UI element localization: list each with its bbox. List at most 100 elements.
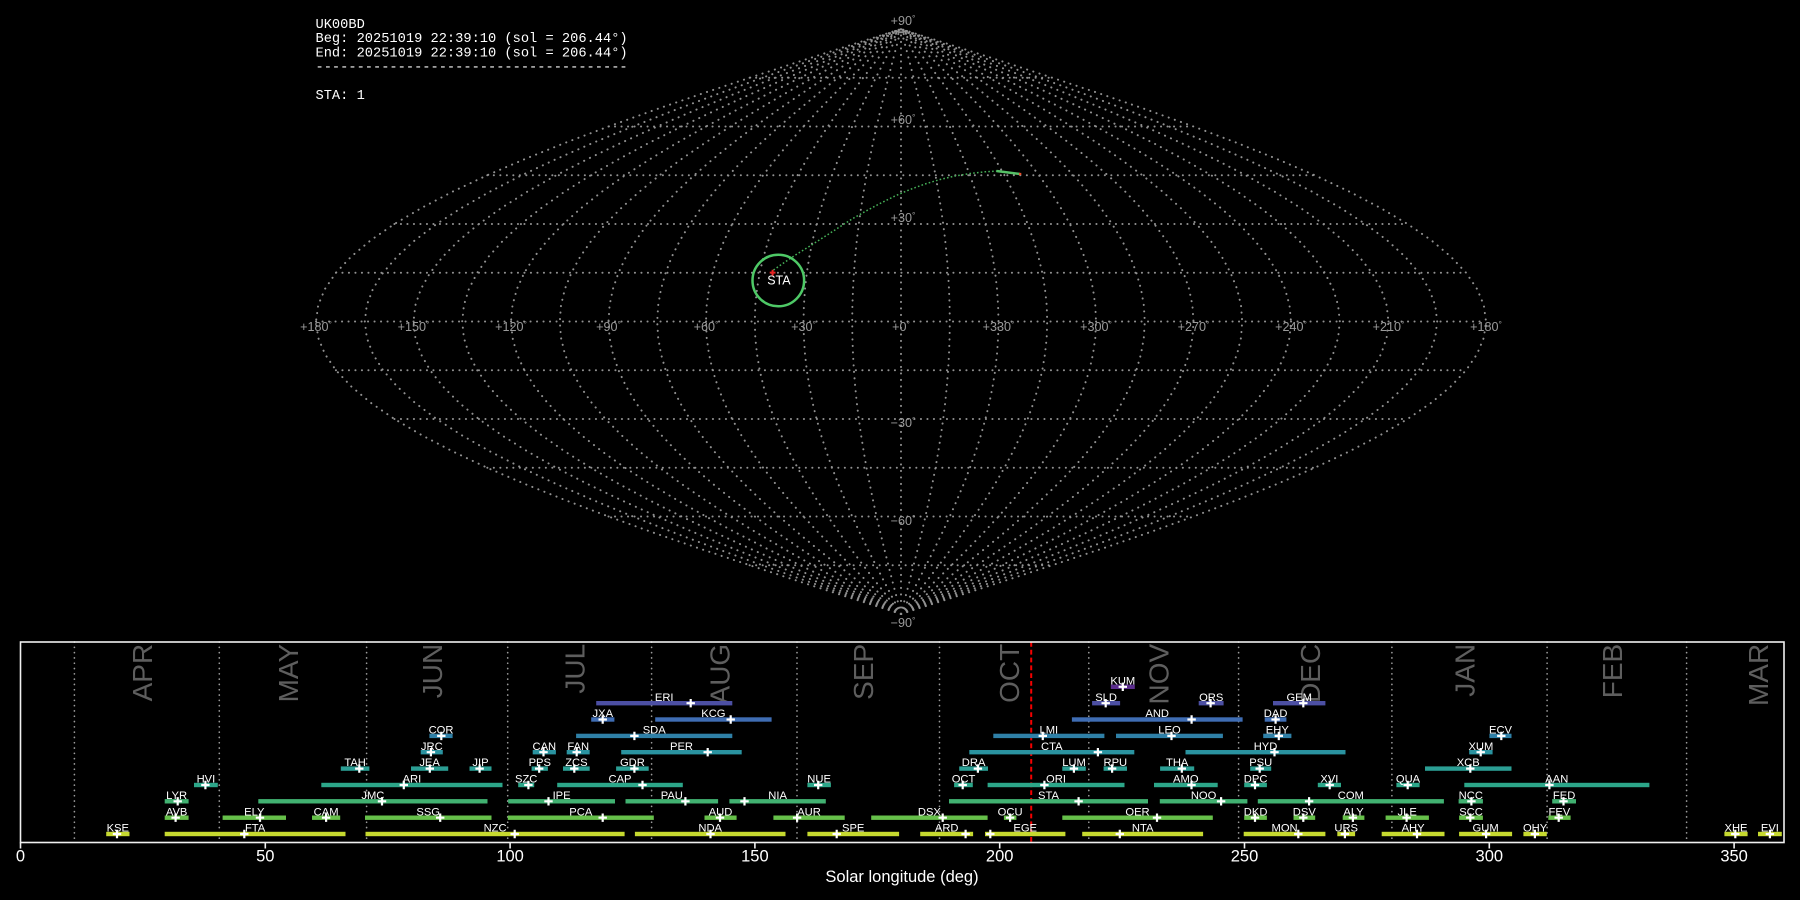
svg-text:PCA: PCA xyxy=(569,806,593,818)
svg-text:+90°: +90° xyxy=(891,13,916,28)
svg-text:ALY: ALY xyxy=(1343,806,1364,818)
svg-text:+60°: +60° xyxy=(891,112,916,127)
svg-text:ELY: ELY xyxy=(244,806,265,818)
svg-text:JLE: JLE xyxy=(1398,806,1417,818)
svg-text:100: 100 xyxy=(496,848,524,866)
svg-text:EGE: EGE xyxy=(1013,823,1037,835)
svg-text:GEM: GEM xyxy=(1286,692,1311,704)
svg-text:ORI: ORI xyxy=(1046,774,1066,786)
svg-text:CAM: CAM xyxy=(314,806,339,818)
svg-text:OCT: OCT xyxy=(994,644,1025,703)
svg-text:+300°: +300° xyxy=(1080,319,1112,334)
svg-text:OCT: OCT xyxy=(952,774,976,786)
svg-text:300: 300 xyxy=(1476,848,1504,866)
svg-text:FED: FED xyxy=(1553,790,1575,802)
svg-text:LEO: LEO xyxy=(1158,725,1181,737)
svg-text:LYR: LYR xyxy=(166,790,187,802)
svg-text:AVB: AVB xyxy=(166,806,188,818)
svg-text:NTA: NTA xyxy=(1132,823,1154,835)
svg-text:SSG: SSG xyxy=(416,806,440,818)
svg-text:SEP: SEP xyxy=(848,644,879,700)
svg-text:JAN: JAN xyxy=(1450,644,1481,697)
svg-text:−90°: −90° xyxy=(891,615,916,630)
svg-text:PPS: PPS xyxy=(529,757,551,769)
svg-text:XHE: XHE xyxy=(1724,823,1747,835)
svg-text:NUE: NUE xyxy=(807,774,831,786)
svg-text:ARD: ARD xyxy=(935,823,959,835)
svg-text:MAR: MAR xyxy=(1743,644,1774,706)
svg-text:350: 350 xyxy=(1720,848,1748,866)
svg-text:+330°: +330° xyxy=(983,319,1015,334)
svg-text:OHY: OHY xyxy=(1523,823,1548,835)
svg-text:LMI: LMI xyxy=(1039,725,1058,737)
svg-text:−60°: −60° xyxy=(891,513,916,528)
svg-text:STA: 1: STA: 1 xyxy=(316,89,365,104)
svg-text:NCC: NCC xyxy=(1459,790,1483,802)
svg-text:KUM: KUM xyxy=(1110,675,1135,687)
svg-text:−30°: −30° xyxy=(891,415,916,430)
svg-text:COM: COM xyxy=(1338,790,1364,802)
svg-text:JEA: JEA xyxy=(419,757,440,769)
svg-text:COR: COR xyxy=(429,725,454,737)
svg-text:CAP: CAP xyxy=(608,774,631,786)
svg-text:ORS: ORS xyxy=(1199,692,1223,704)
svg-text:AUG: AUG xyxy=(704,644,735,705)
svg-text:XUM: XUM xyxy=(1468,741,1493,753)
svg-text:DAD: DAD xyxy=(1264,708,1288,720)
svg-text:SPE: SPE xyxy=(842,823,864,835)
svg-text:NZC: NZC xyxy=(484,823,507,835)
svg-text:AUD: AUD xyxy=(709,806,733,818)
svg-text:MON: MON xyxy=(1272,823,1298,835)
svg-text:STA: STA xyxy=(767,274,791,288)
svg-text:JRC: JRC xyxy=(421,741,443,753)
svg-text:PER: PER xyxy=(670,741,693,753)
svg-text:PSU: PSU xyxy=(1249,757,1272,769)
svg-text:Beg: 20251019 22:39:10 (sol =: Beg: 20251019 22:39:10 (sol = 206.44°) xyxy=(316,32,628,47)
svg-text:EHY: EHY xyxy=(1266,725,1290,737)
svg-text:+270°: +270° xyxy=(1178,319,1210,334)
svg-text:AHY: AHY xyxy=(1402,823,1426,835)
svg-text:+30°: +30° xyxy=(891,210,916,225)
svg-text:NIA: NIA xyxy=(768,790,787,802)
svg-text:50: 50 xyxy=(256,848,274,866)
svg-text:SZC: SZC xyxy=(515,774,537,786)
svg-text:KSE: KSE xyxy=(107,823,129,835)
svg-text:SLD: SLD xyxy=(1095,692,1117,704)
svg-text:0: 0 xyxy=(16,848,25,866)
svg-text:SCC: SCC xyxy=(1459,806,1483,818)
svg-text:HYD: HYD xyxy=(1254,741,1278,753)
svg-text:DPC: DPC xyxy=(1244,774,1268,786)
svg-text:150: 150 xyxy=(741,848,769,866)
svg-text:EVI: EVI xyxy=(1761,823,1779,835)
svg-text:+240°: +240° xyxy=(1275,319,1307,334)
svg-text:URS: URS xyxy=(1334,823,1358,835)
svg-text:+30°: +30° xyxy=(791,319,816,334)
svg-text:HVI: HVI xyxy=(197,774,216,786)
svg-text:XCB: XCB xyxy=(1457,757,1480,769)
svg-text:DRA: DRA xyxy=(962,757,986,769)
svg-text:OER: OER xyxy=(1125,806,1149,818)
svg-text:IPE: IPE xyxy=(553,790,571,802)
svg-text:+60°: +60° xyxy=(694,319,719,334)
svg-text:AUR: AUR xyxy=(797,806,821,818)
svg-text:+150°: +150° xyxy=(398,319,430,334)
svg-text:AMO: AMO xyxy=(1173,774,1199,786)
svg-text:+180°: +180° xyxy=(300,319,332,334)
svg-text:NOO: NOO xyxy=(1191,790,1217,802)
svg-text:ECV: ECV xyxy=(1489,725,1513,737)
svg-text:250: 250 xyxy=(1231,848,1259,866)
svg-text:+120°: +120° xyxy=(495,319,527,334)
svg-text:PAU: PAU xyxy=(661,790,683,802)
svg-text:JXA: JXA xyxy=(593,708,614,720)
svg-text:SDA: SDA xyxy=(643,725,667,737)
svg-text:GDR: GDR xyxy=(620,757,645,769)
svg-text:FTA: FTA xyxy=(245,823,266,835)
svg-text:DKD: DKD xyxy=(1244,806,1268,818)
svg-text:RPU: RPU xyxy=(1103,757,1127,769)
svg-text:ERI: ERI xyxy=(655,692,674,704)
svg-text:TAH: TAH xyxy=(344,757,366,769)
svg-text:FAN: FAN xyxy=(567,741,589,753)
svg-text:AAN: AAN xyxy=(1545,774,1568,786)
svg-text:NOV: NOV xyxy=(1144,643,1175,704)
svg-text:JMC: JMC xyxy=(361,790,384,802)
